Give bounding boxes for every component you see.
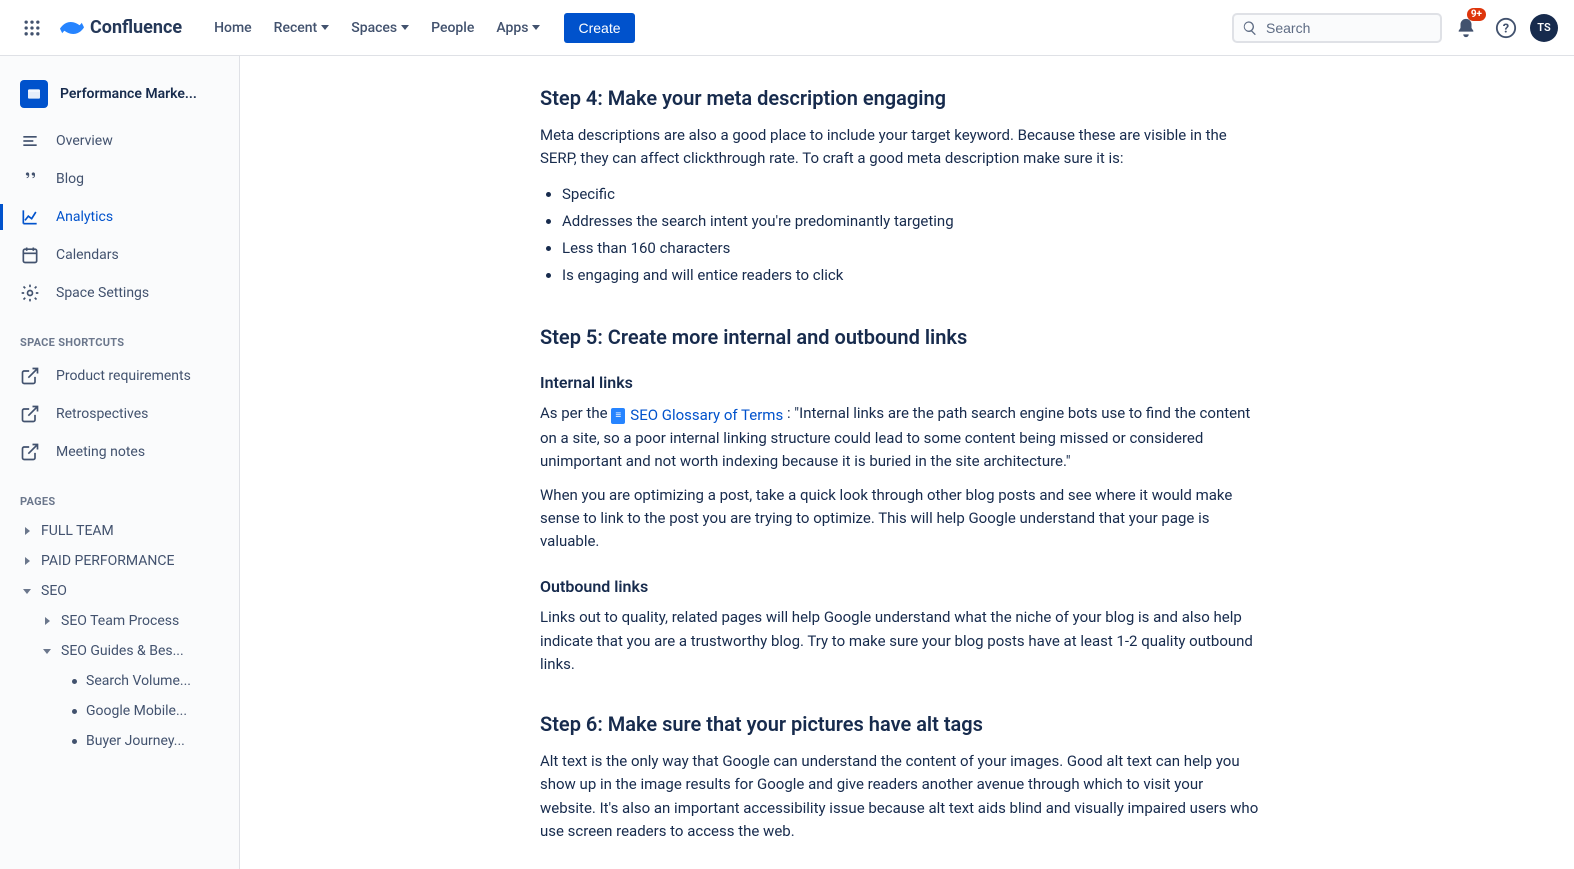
list-item: Specific (562, 181, 1260, 208)
nav-home[interactable]: Home (204, 12, 262, 44)
chevron-down-icon (401, 25, 409, 30)
tree-item-google-mobile[interactable]: Google Mobile... (0, 696, 239, 726)
tree-item-buyer-journey[interactable]: Buyer Journey... (0, 726, 239, 756)
sidebar-item-settings[interactable]: Space Settings (0, 274, 239, 312)
chevron-down-icon (532, 25, 540, 30)
nav-links: Home Recent Spaces People Apps (204, 12, 550, 44)
layout: Performance Marke... Overview Blog Analy… (0, 56, 1574, 869)
chevron-right-icon (40, 614, 54, 628)
sidebar-item-label: Retrospectives (56, 406, 148, 422)
search-input[interactable] (1232, 13, 1442, 43)
chevron-down-icon (40, 644, 54, 658)
confluence-logo[interactable]: Confluence (52, 16, 190, 40)
avatar[interactable]: TS (1530, 14, 1558, 42)
chevron-down-icon (20, 584, 34, 598)
space-icon (20, 80, 48, 108)
tree-item-full-team[interactable]: FULL TEAM (0, 516, 239, 546)
sidebar-item-label: Meeting notes (56, 444, 145, 460)
sidebar-item-label: Blog (56, 171, 84, 187)
heading-step-6: Step 6: Make sure that your pictures hav… (540, 712, 1260, 736)
sidebar-item-analytics[interactable]: Analytics (0, 198, 239, 236)
search-wrap (1232, 13, 1442, 43)
sidebar-item-label: Overview (56, 133, 113, 149)
list-item: Is engaging and will entice readers to c… (562, 262, 1260, 289)
blog-icon (20, 169, 40, 189)
list-item: Less than 160 characters (562, 235, 1260, 262)
external-link-icon (20, 442, 40, 462)
sidebar-item-label: Calendars (56, 247, 119, 263)
bullet-icon (72, 739, 77, 744)
paragraph: Alt text is the only way that Google can… (540, 750, 1260, 843)
doc-icon (611, 408, 625, 424)
sidebar-item-product-requirements[interactable]: Product requirements (0, 357, 239, 395)
space-header[interactable]: Performance Marke... (0, 72, 239, 122)
section-shortcuts: SPACE SHORTCUTS (0, 334, 239, 357)
search-icon (1242, 20, 1258, 36)
sidebar: Performance Marke... Overview Blog Analy… (0, 56, 240, 869)
sidebar-item-retrospectives[interactable]: Retrospectives (0, 395, 239, 433)
paragraph: When you are optimizing a post, take a q… (540, 484, 1260, 554)
chevron-down-icon (321, 25, 329, 30)
notification-badge: 9+ (1467, 8, 1486, 21)
tree-item-seo-team-process[interactable]: SEO Team Process (0, 606, 239, 636)
chevron-right-icon (20, 524, 34, 538)
paragraph: Links out to quality, related pages will… (540, 606, 1260, 676)
bullet-icon (72, 709, 77, 714)
sidebar-item-overview[interactable]: Overview (0, 122, 239, 160)
space-title: Performance Marke... (60, 86, 197, 102)
svg-text:?: ? (1503, 21, 1509, 36)
create-button[interactable]: Create (564, 13, 634, 43)
chevron-right-icon (20, 554, 34, 568)
external-link-icon (20, 404, 40, 424)
nav-left: Confluence Home Recent Spaces People App… (16, 12, 635, 44)
sidebar-item-label: Space Settings (56, 285, 149, 301)
gear-icon (20, 283, 40, 303)
nav-recent[interactable]: Recent (264, 12, 340, 44)
nav-right: 9+ ? TS (1232, 12, 1558, 44)
sidebar-item-blog[interactable]: Blog (0, 160, 239, 198)
tree-item-search-volume[interactable]: Search Volume... (0, 666, 239, 696)
link-seo-glossary[interactable]: SEO Glossary of Terms (611, 404, 783, 427)
tree-item-paid-performance[interactable]: PAID PERFORMANCE (0, 546, 239, 576)
product-name: Confluence (90, 17, 182, 38)
calendar-icon (20, 245, 40, 265)
tree-item-seo-guides[interactable]: SEO Guides & Bes... (0, 636, 239, 666)
paragraph: Meta descriptions are also a good place … (540, 124, 1260, 171)
article-body: Step 4: Make your meta description engag… (540, 86, 1260, 843)
main-content: Step 4: Make your meta description engag… (240, 56, 1574, 869)
top-navigation: Confluence Home Recent Spaces People App… (0, 0, 1574, 56)
help-icon[interactable]: ? (1490, 12, 1522, 44)
tree-item-seo[interactable]: SEO (0, 576, 239, 606)
sidebar-item-label: Analytics (56, 209, 113, 225)
sidebar-item-meeting-notes[interactable]: Meeting notes (0, 433, 239, 471)
sidebar-item-calendars[interactable]: Calendars (0, 236, 239, 274)
sidebar-item-label: Product requirements (56, 368, 191, 384)
bullet-icon (72, 679, 77, 684)
external-link-icon (20, 366, 40, 386)
subheading-internal-links: Internal links (540, 373, 1260, 392)
bullet-list: Specific Addresses the search intent you… (562, 181, 1260, 289)
heading-step-4: Step 4: Make your meta description engag… (540, 86, 1260, 110)
nav-spaces[interactable]: Spaces (341, 12, 419, 44)
paragraph: As per the SEO Glossary of Terms : "Inte… (540, 402, 1260, 474)
analytics-icon (20, 207, 40, 227)
notifications-icon[interactable]: 9+ (1450, 12, 1482, 44)
overview-icon (20, 131, 40, 151)
app-switcher-icon[interactable] (16, 12, 48, 44)
heading-step-5: Step 5: Create more internal and outboun… (540, 325, 1260, 349)
subheading-outbound-links: Outbound links (540, 577, 1260, 596)
section-pages: PAGES (0, 493, 239, 516)
nav-apps[interactable]: Apps (486, 12, 550, 44)
nav-people[interactable]: People (421, 12, 484, 44)
list-item: Addresses the search intent you're predo… (562, 208, 1260, 235)
